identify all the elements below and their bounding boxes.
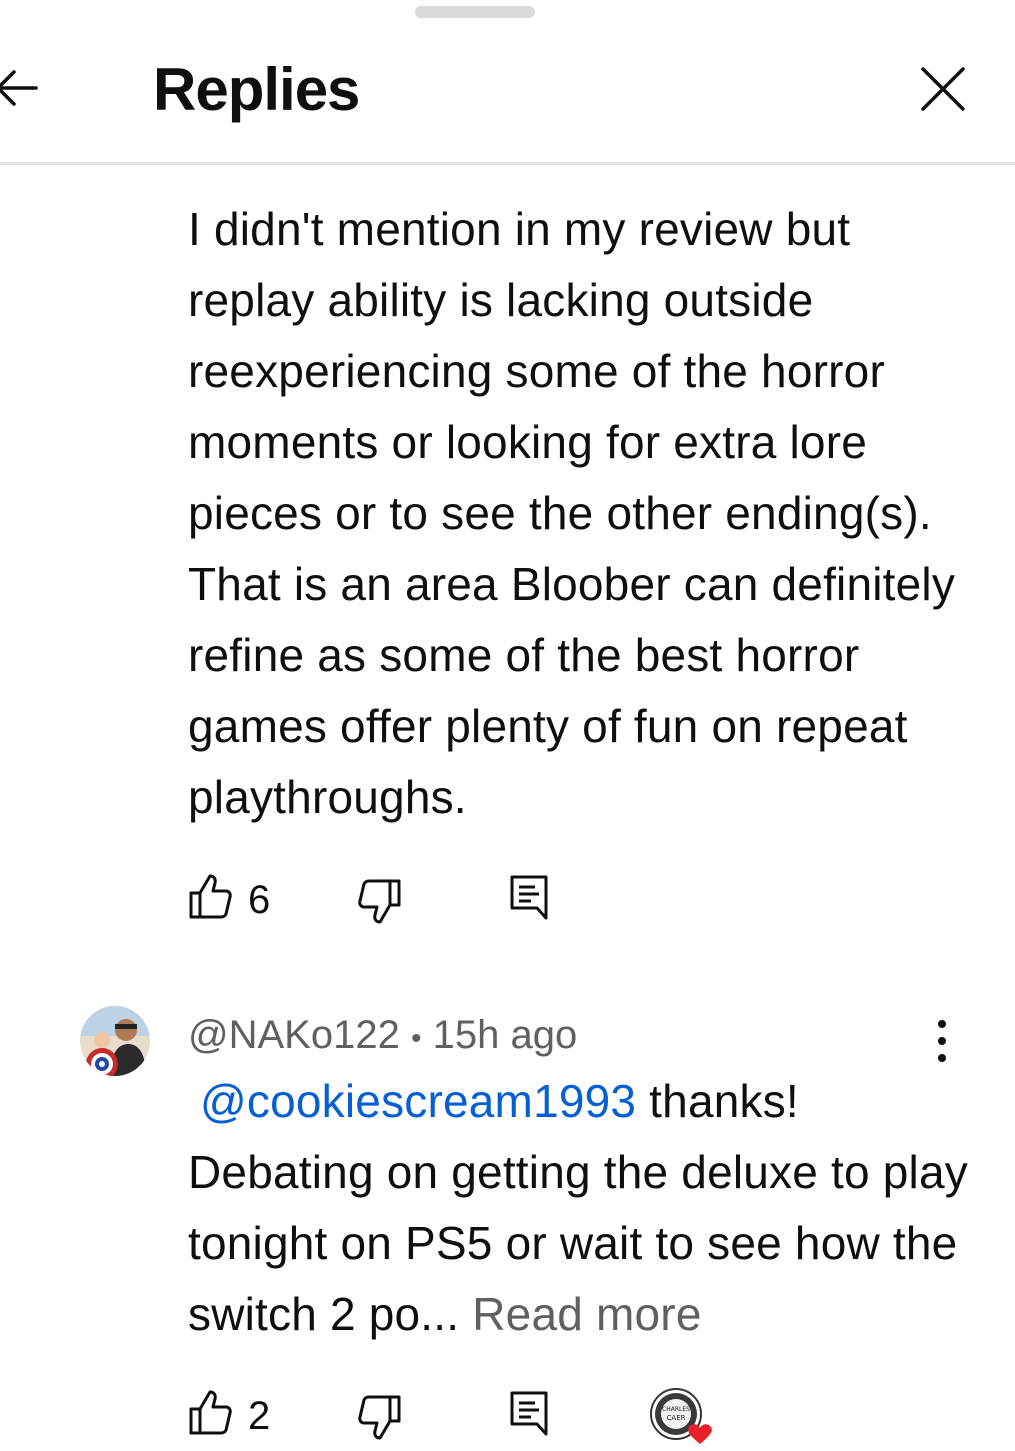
page-title: Replies — [153, 56, 360, 123]
back-button[interactable] — [0, 62, 42, 114]
close-button[interactable] — [918, 64, 968, 114]
more-vert-icon — [938, 1020, 946, 1062]
read-more-link[interactable]: Read more — [472, 1288, 701, 1340]
creator-heart-badge: CHARLES CAER — [648, 1386, 720, 1446]
like-count: 2 — [248, 1394, 271, 1438]
thumbs-down-icon — [358, 1395, 401, 1440]
like-button[interactable] — [188, 872, 232, 925]
user-avatar-image — [80, 1006, 150, 1076]
reply-button[interactable] — [509, 874, 549, 927]
close-icon — [921, 67, 965, 111]
dislike-button[interactable] — [358, 1394, 402, 1447]
comment-text: @cookiescream1993 thanks! Debating on ge… — [188, 1066, 968, 1350]
replies-header: Replies — [0, 0, 1015, 165]
svg-text:CAER: CAER — [667, 1414, 686, 1422]
reply-icon — [510, 1391, 548, 1436]
comment-time: 15h ago — [432, 1013, 578, 1057]
meta-separator: • — [410, 1022, 422, 1055]
comment-meta: @NAKo122 • 15h ago — [188, 1010, 577, 1064]
dislike-button[interactable] — [358, 878, 402, 931]
reply-icon — [510, 875, 548, 920]
thumbs-up-icon — [189, 874, 232, 919]
comment-text: I didn't mention in my review but replay… — [188, 203, 956, 823]
thumbs-down-icon — [358, 879, 401, 924]
thumbs-up-icon — [189, 1390, 232, 1435]
reply-button[interactable] — [509, 1390, 549, 1443]
more-options-button[interactable] — [924, 1018, 960, 1064]
arrow-left-icon — [0, 70, 38, 106]
avatar[interactable] — [80, 1006, 150, 1076]
creator-heart-icon: CHARLES CAER — [650, 1388, 712, 1444]
mention-link[interactable]: @cookiescream1993 — [200, 1075, 636, 1127]
comment-author[interactable]: @NAKo122 — [188, 1013, 400, 1057]
like-button[interactable] — [188, 1388, 232, 1441]
like-count: 6 — [248, 878, 271, 922]
svg-text:CHARLES: CHARLES — [662, 1406, 690, 1413]
